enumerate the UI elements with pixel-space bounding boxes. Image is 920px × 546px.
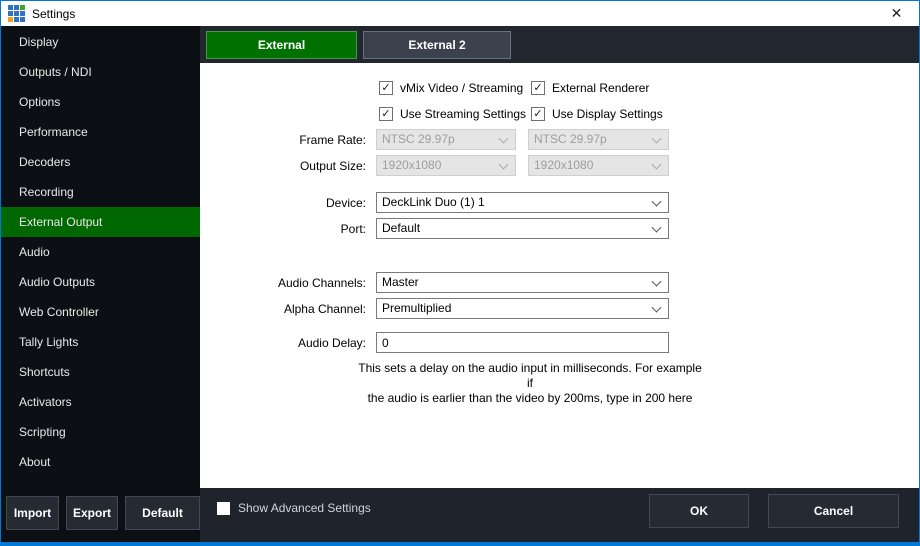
audio-delay-help: This sets a delay on the audio input in …: [355, 361, 705, 406]
vmix-video-checkbox[interactable]: ✓: [379, 81, 393, 95]
alpha-channel-label: Alpha Channel:: [241, 302, 366, 316]
alpha-channel-value: Premultiplied: [382, 301, 451, 315]
external-output-form: ✓ vMix Video / Streaming ✓ External Rend…: [200, 63, 919, 488]
sidebar-item-about[interactable]: About: [1, 447, 200, 477]
close-icon[interactable]: ✕: [874, 1, 919, 26]
sidebar-item-display[interactable]: Display: [1, 27, 200, 57]
logo-cell: [8, 17, 13, 22]
sidebar-item-shortcuts[interactable]: Shortcuts: [1, 357, 200, 387]
port-label: Port:: [241, 222, 366, 236]
tab-external[interactable]: External: [206, 31, 357, 59]
tab-external-2[interactable]: External 2: [363, 31, 511, 59]
audio-channels-label: Audio Channels:: [241, 276, 366, 290]
show-advanced-checkbox[interactable]: [217, 502, 230, 515]
frame-rate-select-1[interactable]: NTSC 29.97p: [376, 129, 516, 150]
use-display-settings-checkbox[interactable]: ✓: [531, 107, 545, 121]
sidebar-item-performance[interactable]: Performance: [1, 117, 200, 147]
device-value: DeckLink Duo (1) 1: [382, 195, 485, 209]
chevron-down-icon: [652, 302, 662, 312]
frame-rate-label: Frame Rate:: [241, 133, 366, 147]
import-button[interactable]: Import: [6, 496, 59, 530]
output-size-select-1[interactable]: 1920x1080: [376, 155, 516, 176]
use-display-settings-label: Use Display Settings: [552, 107, 663, 121]
logo-cell: [8, 5, 13, 10]
external-renderer-checkbox[interactable]: ✓: [531, 81, 545, 95]
audio-delay-input[interactable]: [376, 332, 669, 353]
titlebar: Settings ✕: [1, 1, 919, 26]
output-size-select-2[interactable]: 1920x1080: [528, 155, 669, 176]
device-select[interactable]: DeckLink Duo (1) 1: [376, 192, 669, 213]
audio-delay-label: Audio Delay:: [241, 336, 366, 350]
logo-cell: [14, 17, 19, 22]
default-button[interactable]: Default: [125, 496, 200, 530]
tab-strip: External External 2: [200, 26, 919, 63]
output-size-value-2: 1920x1080: [534, 158, 593, 172]
logo-cell: [20, 17, 25, 22]
sidebar-item-audio-outputs[interactable]: Audio Outputs: [1, 267, 200, 297]
use-streaming-settings-label: Use Streaming Settings: [400, 107, 526, 121]
chevron-down-icon: [499, 133, 509, 143]
sidebar-nav: Display Outputs / NDI Options Performanc…: [1, 26, 200, 477]
output-size-label: Output Size:: [241, 159, 366, 173]
frame-rate-value-1: NTSC 29.97p: [382, 132, 455, 146]
logo-cell: [8, 11, 13, 16]
sidebar-item-recording[interactable]: Recording: [1, 177, 200, 207]
port-select[interactable]: Default: [376, 218, 669, 239]
sidebar-item-decoders[interactable]: Decoders: [1, 147, 200, 177]
device-label: Device:: [241, 196, 366, 210]
chevron-down-icon: [652, 159, 662, 169]
chevron-down-icon: [652, 276, 662, 286]
logo-cell: [14, 5, 19, 10]
settings-window: Settings ✕ Display Outputs / NDI Options…: [0, 0, 920, 546]
sidebar: Display Outputs / NDI Options Performanc…: [1, 26, 200, 542]
frame-rate-value-2: NTSC 29.97p: [534, 132, 607, 146]
logo-cell: [20, 11, 25, 16]
sidebar-buttons: Import Export Default: [6, 496, 200, 530]
output-size-value-1: 1920x1080: [382, 158, 441, 172]
sidebar-item-scripting[interactable]: Scripting: [1, 417, 200, 447]
vmix-video-label: vMix Video / Streaming: [400, 81, 523, 95]
logo-cell: [14, 11, 19, 16]
alpha-channel-select[interactable]: Premultiplied: [376, 298, 669, 319]
sidebar-item-audio[interactable]: Audio: [1, 237, 200, 267]
ok-button[interactable]: OK: [649, 494, 749, 528]
vmix-logo-icon: [8, 5, 25, 22]
sidebar-item-tally-lights[interactable]: Tally Lights: [1, 327, 200, 357]
show-advanced-label: Show Advanced Settings: [238, 502, 371, 515]
sidebar-item-outputs-ndi[interactable]: Outputs / NDI: [1, 57, 200, 87]
sidebar-item-web-controller[interactable]: Web Controller: [1, 297, 200, 327]
sidebar-item-external-output[interactable]: External Output: [1, 207, 200, 237]
use-streaming-settings-checkbox[interactable]: ✓: [379, 107, 393, 121]
audio-delay-help-line-2: the audio is earlier than the video by 2…: [355, 391, 705, 406]
chevron-down-icon: [652, 222, 662, 232]
chevron-down-icon: [652, 196, 662, 206]
chevron-down-icon: [499, 159, 509, 169]
main-panel: External External 2 ✓ vMix Video / Strea…: [200, 26, 919, 542]
audio-channels-select[interactable]: Master: [376, 272, 669, 293]
chevron-down-icon: [652, 133, 662, 143]
cancel-button[interactable]: Cancel: [768, 494, 899, 528]
external-renderer-label: External Renderer: [552, 81, 649, 95]
footer-bar: Show Advanced Settings OK Cancel: [200, 488, 919, 542]
frame-rate-select-2[interactable]: NTSC 29.97p: [528, 129, 669, 150]
sidebar-item-activators[interactable]: Activators: [1, 387, 200, 417]
window-title: Settings: [32, 7, 75, 21]
sidebar-item-options[interactable]: Options: [1, 87, 200, 117]
audio-channels-value: Master: [382, 275, 419, 289]
audio-delay-help-line-1: This sets a delay on the audio input in …: [355, 361, 705, 391]
port-value: Default: [382, 221, 420, 235]
export-button[interactable]: Export: [66, 496, 118, 530]
logo-cell: [20, 5, 25, 10]
